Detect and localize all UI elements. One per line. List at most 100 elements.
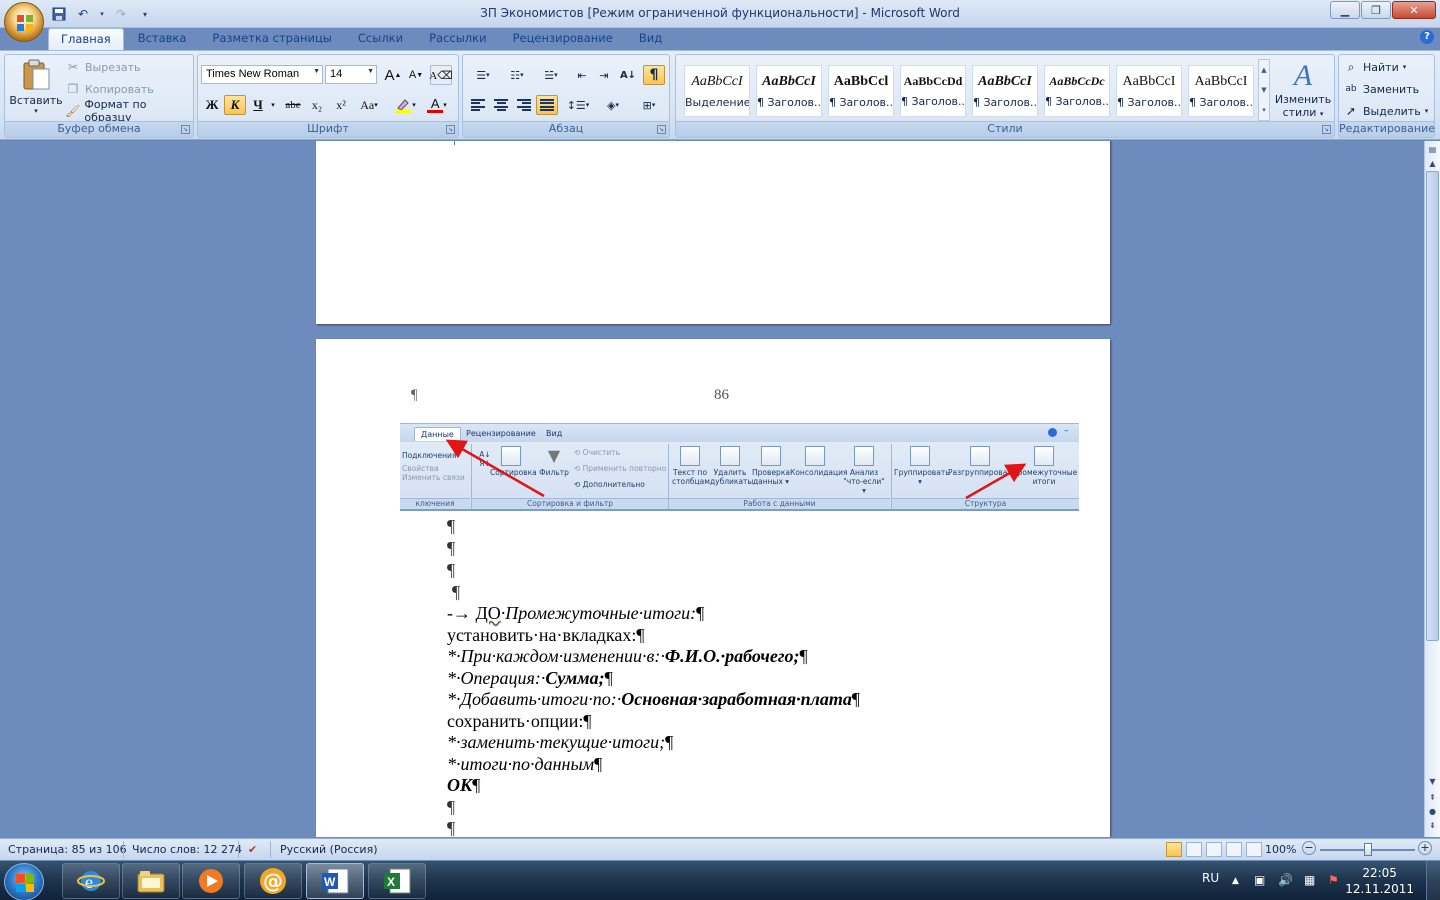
network-icon[interactable]: ▦ — [1304, 873, 1315, 887]
draft-view-button[interactable] — [1246, 842, 1262, 857]
format-painter-button[interactable]: 🖌 Формат по образцу — [65, 98, 193, 124]
scroll-thumb[interactable] — [1426, 171, 1439, 641]
underline-dropdown-icon[interactable]: ▾ — [268, 95, 278, 115]
vertical-scrollbar[interactable]: ▤ ▲ ▼ ⇞ ● ⇟ — [1424, 141, 1440, 837]
copy-button[interactable]: ❐ Копировать — [65, 79, 154, 99]
superscript-button[interactable]: x² — [330, 95, 352, 115]
shrink-font-button[interactable]: A ▼ — [405, 65, 427, 85]
page-count[interactable]: Страница: 85 из 106 — [8, 843, 127, 856]
zoom-out-button[interactable]: − — [1302, 841, 1316, 855]
paste-button[interactable]: Вставить ▾ — [9, 57, 63, 121]
ruler-toggle-icon[interactable]: ▤ — [1426, 143, 1439, 156]
clear-formatting-button[interactable]: A⌫ — [429, 65, 453, 85]
show-desktop-button[interactable] — [1426, 861, 1440, 900]
taskbar-media-player[interactable] — [182, 863, 240, 899]
paragraph-launcher-icon[interactable]: ↘ — [657, 125, 666, 134]
device-icon[interactable]: ▣ — [1254, 873, 1265, 887]
font-size-combo[interactable]: 14 ▼ — [325, 65, 377, 84]
tab-view[interactable]: Вид — [627, 28, 674, 50]
bullets-button[interactable]: ☰ ▾ — [467, 65, 499, 85]
document-page[interactable] — [316, 141, 1110, 324]
taskbar-excel[interactable]: X — [368, 863, 426, 899]
print-layout-view-button[interactable] — [1166, 842, 1182, 857]
scroll-up-icon[interactable]: ▲ — [1426, 157, 1439, 170]
line-spacing-button[interactable]: ↕☰ ▾ — [563, 95, 593, 115]
bold-button[interactable]: Ж — [201, 95, 223, 115]
taskbar-internet-explorer[interactable]: e — [62, 863, 120, 899]
multilevel-list-button[interactable]: ☱ ▾ — [535, 65, 567, 85]
tab-insert[interactable]: Вставка — [126, 28, 199, 50]
change-styles-button[interactable]: A Изменить стили ▾ — [1274, 59, 1332, 121]
action-center-icon[interactable]: ⚑ — [1328, 873, 1339, 887]
style-heading[interactable]: AaBbCcDd ¶ Заголов... — [900, 65, 966, 117]
zoom-level[interactable]: 100% — [1265, 843, 1296, 856]
taskbar-word[interactable]: W — [306, 863, 364, 899]
align-left-button[interactable] — [467, 95, 489, 115]
style-heading[interactable]: AaBbCcI ¶ Заголов... — [1116, 65, 1182, 117]
word-count[interactable]: Число слов: 12 274 — [132, 843, 242, 856]
decrease-indent-button[interactable]: ⇤ — [571, 65, 593, 85]
show-marks-button[interactable]: ¶ — [643, 65, 665, 85]
close-button[interactable]: ✕ — [1392, 1, 1436, 19]
volume-icon[interactable]: 🔊 — [1278, 873, 1293, 887]
grow-font-button[interactable]: A ▲ — [382, 65, 404, 85]
taskbar-explorer[interactable] — [122, 863, 180, 899]
tab-page-layout[interactable]: Разметка страницы — [200, 28, 343, 50]
sort-button[interactable]: A↓ — [617, 65, 639, 85]
borders-button[interactable]: ⊞ ▾ — [633, 95, 665, 115]
change-case-button[interactable]: Aa ▾ — [355, 95, 383, 115]
minimize-button[interactable]: ▁ — [1330, 1, 1360, 19]
select-button[interactable]: ➚ Выделить ▾ — [1343, 101, 1428, 121]
browse-object-icon[interactable]: ● — [1426, 805, 1439, 818]
web-layout-view-button[interactable] — [1206, 842, 1222, 857]
style-heading[interactable]: AaBbCcl ¶ Заголов... — [828, 65, 894, 117]
embedded-ribbon-image[interactable]: Данные Рецензирование Вид – Подключения … — [400, 423, 1079, 511]
help-icon[interactable]: ? — [1420, 30, 1434, 44]
tab-review[interactable]: Рецензирование — [501, 28, 625, 50]
taskbar-mail-agent[interactable]: @ — [244, 863, 302, 899]
zoom-slider-thumb[interactable] — [1364, 843, 1372, 856]
style-heading[interactable]: AaBbCcI ¶ Заголов... — [972, 65, 1038, 117]
shading-button[interactable]: ◈ ▾ — [597, 95, 629, 115]
align-right-button[interactable] — [513, 95, 535, 115]
zoom-in-button[interactable]: + — [1418, 841, 1432, 855]
strikethrough-button[interactable]: abe — [282, 95, 304, 115]
subscript-button[interactable]: x₂ — [306, 95, 328, 115]
numbering-button[interactable]: ☷ ▾ — [501, 65, 533, 85]
style-heading[interactable]: AaBbCcDc ¶ Заголов... — [1044, 65, 1110, 117]
tab-references[interactable]: Ссылки — [346, 28, 415, 50]
tab-mailings[interactable]: Рассылки — [417, 28, 498, 50]
font-color-button[interactable]: A ▾ — [422, 95, 452, 115]
document-page[interactable]: ¶ 86 Данные Рецензирование Вид – Подключ… — [316, 339, 1110, 837]
styles-scroll[interactable]: ▲ ▼ ▾ — [1258, 59, 1270, 121]
spelling-check-icon[interactable]: ✔ — [248, 843, 257, 856]
office-button[interactable] — [4, 2, 44, 42]
highlight-button[interactable]: ▾ — [390, 95, 420, 115]
full-screen-reading-view-button[interactable] — [1186, 842, 1202, 857]
next-page-icon[interactable]: ⇟ — [1426, 819, 1439, 832]
style-heading[interactable]: AaBbCcI ¶ Заголов... — [756, 65, 822, 117]
justify-button[interactable] — [536, 95, 558, 115]
scroll-down-icon[interactable]: ▼ — [1426, 775, 1439, 788]
align-center-button[interactable] — [490, 95, 512, 115]
show-hidden-icons-icon[interactable]: ▲ — [1232, 876, 1239, 886]
find-button[interactable]: ⌕ Найти ▾ — [1343, 57, 1407, 77]
previous-page-icon[interactable]: ⇞ — [1426, 791, 1439, 804]
style-emphasis[interactable]: AaBbCcI Выделение — [684, 65, 750, 117]
increase-indent-button[interactable]: ⇥ — [593, 65, 615, 85]
style-heading[interactable]: AaBbCcI ¶ Заголов... — [1188, 65, 1254, 117]
replace-button[interactable]: ab Заменить — [1343, 79, 1419, 99]
system-clock[interactable]: 22:05 12.11.2011 — [1345, 865, 1414, 897]
clipboard-launcher-icon[interactable]: ↘ — [181, 125, 190, 134]
italic-button[interactable]: К — [224, 95, 246, 115]
outline-view-button[interactable] — [1226, 842, 1242, 857]
styles-launcher-icon[interactable]: ↘ — [1322, 125, 1331, 134]
language[interactable]: Русский (Россия) — [280, 843, 378, 856]
language-indicator[interactable]: RU — [1202, 871, 1219, 885]
font-name-combo[interactable]: Times New Roman ▼ — [201, 65, 323, 84]
cut-button[interactable]: ✂ Вырезать — [65, 57, 141, 77]
underline-button[interactable]: Ч — [247, 95, 269, 115]
start-button[interactable] — [4, 863, 44, 900]
maximize-button[interactable]: ❐ — [1361, 1, 1391, 19]
tab-home[interactable]: Главная — [48, 28, 124, 50]
